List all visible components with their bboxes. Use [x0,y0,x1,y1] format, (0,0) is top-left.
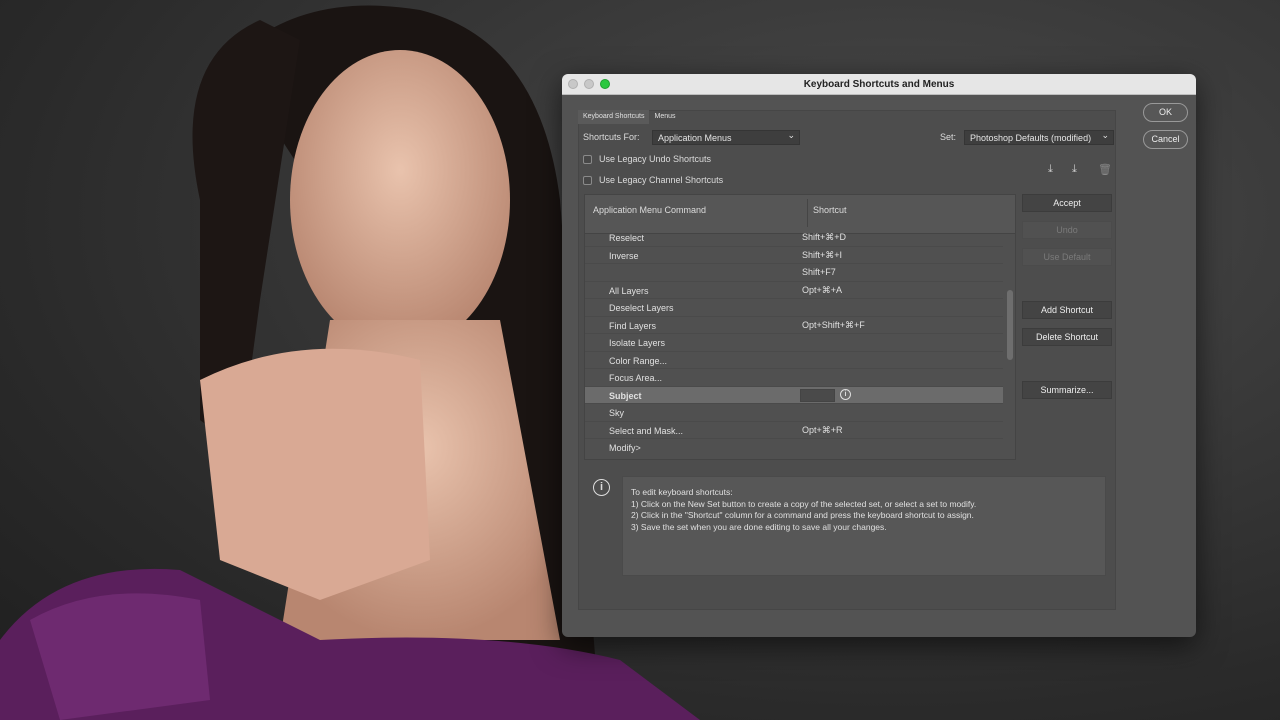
table-row[interactable]: Find Layers Opt+Shift+⌘+F [585,317,1003,334]
command-cell: Subject [609,390,642,401]
accept-button[interactable]: Accept [1022,194,1112,212]
set-select[interactable]: Photoshop Defaults (modified) [964,130,1114,145]
shortcut-cell[interactable]: Shift+⌘+I [802,250,842,261]
table-row[interactable]: Inverse Shift+⌘+I [585,247,1003,264]
table-row[interactable]: All Layers Opt+⌘+A [585,282,1003,299]
title-bar: Keyboard Shortcuts and Menus [562,74,1196,95]
table-scrollbar[interactable] [1007,290,1013,360]
keyboard-shortcuts-dialog: Keyboard Shortcuts and Menus Keyboard Sh… [562,74,1196,637]
table-row[interactable]: Select and Mask... Opt+⌘+R [585,422,1003,439]
command-cell: Inverse [609,250,639,261]
info-line: 2) Click in the "Shortcut" column for a … [631,510,974,520]
command-cell: Select and Mask... [609,425,684,436]
legacy-channel-checkbox[interactable] [583,176,592,185]
legacy-channel-label: Use Legacy Channel Shortcuts [599,175,724,185]
shortcut-input[interactable] [800,388,835,402]
set-label: Set: [940,132,957,142]
info-line: To edit keyboard shortcuts: [631,487,733,497]
save-set-as-icon[interactable]: ⤓ [1072,163,1077,176]
command-cell: Isolate Layers [609,338,666,348]
dialog-title: Keyboard Shortcuts and Menus [803,79,955,90]
shortcut-column-header[interactable]: Shortcut [813,205,847,215]
shortcuts-table: Application Menu Command Shortcut Resele… [584,194,1016,460]
legacy-undo-checkbox[interactable] [583,155,592,164]
delete-shortcut-button[interactable]: Delete Shortcut [1022,328,1112,346]
info-icon: i [593,479,610,496]
zoom-window-button[interactable] [600,79,610,89]
info-icon: i [840,388,851,400]
table-row[interactable]: Isolate Layers [585,334,1003,352]
command-cell: Reselect [609,233,645,243]
legacy-undo-label: Use Legacy Undo Shortcuts [599,154,712,164]
table-row[interactable]: Reselect Shift+⌘+D [585,229,1003,247]
close-window-button[interactable] [568,79,578,89]
table-row[interactable]: Focus Area... [585,369,1003,387]
tab-menus[interactable]: Menus [649,110,680,124]
shortcut-cell[interactable]: Opt+Shift+⌘+F [802,320,865,331]
tab-keyboard-shortcuts[interactable]: Keyboard Shortcuts [578,110,650,124]
command-column-header[interactable]: Application Menu Command [593,205,706,215]
undo-button[interactable]: Undo [1022,221,1112,239]
table-row[interactable]: Modify> [585,439,1003,455]
table-row[interactable]: Shift+F7 [585,264,1003,282]
command-cell: Color Range... [609,355,668,366]
delete-set-icon[interactable]: 🗑 [1098,163,1112,176]
info-line: 3) Save the set when you are done editin… [631,521,887,532]
minimize-window-button[interactable] [584,79,594,89]
table-row[interactable]: Color Range... [585,352,1003,369]
save-set-icon[interactable]: ⤓ [1048,163,1053,176]
table-row[interactable]: Subject i [585,386,1003,404]
command-cell: Modify> [609,443,641,453]
add-shortcut-button[interactable]: Add Shortcut [1022,301,1112,319]
shortcut-cell[interactable]: Shift+F7 [802,267,836,277]
use-default-button[interactable]: Use Default [1022,248,1112,266]
shortcut-cell[interactable]: Opt+⌘+A [802,285,842,296]
table-body: Reselect Shift+⌘+D Inverse Shift+⌘+I Shift+F… [585,229,1003,455]
cancel-button[interactable]: Cancel [1143,130,1188,149]
info-line: 1) Click on the New Set button to create… [631,498,977,509]
table-row[interactable]: Sky [585,404,1003,422]
instructions-box: To edit keyboard shortcuts: 1) Click on … [622,476,1106,576]
command-cell: Deselect Layers [609,303,674,313]
summarize-button[interactable]: Summarize... [1022,381,1112,399]
ok-button[interactable]: OK [1143,103,1188,122]
command-cell: Sky [609,408,625,418]
shortcut-cell[interactable]: Opt+⌘+R [802,425,843,436]
command-cell: Find Layers [609,320,657,331]
command-cell: Focus Area... [609,373,663,383]
shortcuts-for-select[interactable]: Application Menus [652,130,800,145]
command-cell: All Layers [609,285,649,296]
shortcuts-for-label: Shortcuts For: [583,132,640,142]
shortcut-cell[interactable]: Shift+⌘+D [802,232,846,243]
table-row[interactable]: Deselect Layers [585,299,1003,317]
